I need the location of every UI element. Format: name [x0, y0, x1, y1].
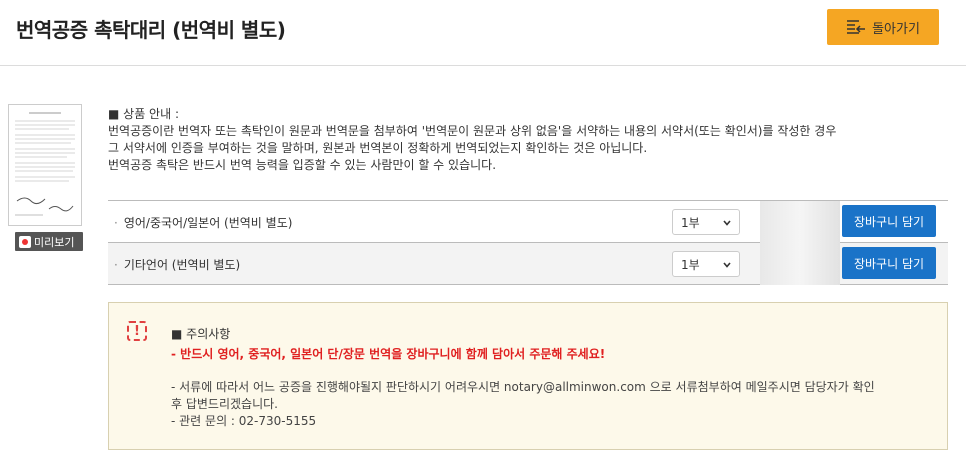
document-thumbnail [8, 104, 82, 226]
option-row: 기타언어 (번역비 별도) 1부 장바구니 담기 [108, 243, 948, 285]
notice-warning: - 반드시 영어, 중국어, 일본어 단/장문 번역을 장바구니에 함께 담아서… [171, 347, 606, 361]
options-table: 영어/중국어/일본어 (번역비 별도) 1부 장바구니 담기 기타언어 (번역비… [108, 200, 948, 285]
add-to-cart-button[interactable]: 장바구니 담기 [842, 205, 936, 237]
product-info-line: 그 서약서에 인증을 부여하는 것을 말하며, 원본과 번역본이 정확하게 번역… [108, 141, 648, 155]
product-info-line: 번역공증 촉탁은 반드시 번역 능력을 입증할 수 있는 사람만이 할 수 있습… [108, 158, 497, 172]
notice-body: - 서류에 따라서 어느 공증을 진행해야될지 판단하시기 어려우시면 nota… [171, 379, 891, 430]
product-info-heading: ■ 상품 안내 : [108, 107, 179, 121]
notice-title: ■ 주의사항 [171, 327, 231, 341]
back-button[interactable]: 돌아가기 [827, 9, 939, 45]
product-info-line: 번역공증이란 번역자 또는 촉탁인이 원문과 번역문을 첨부하여 '번역문이 원… [108, 124, 837, 138]
notice-line: - 서류에 따라서 어느 공증을 진행해야될지 판단하시기 어려우시면 nota… [171, 380, 875, 394]
preview-icon [19, 235, 31, 248]
blurred-area [760, 243, 840, 285]
option-name: 영어/중국어/일본어 (번역비 별도) [114, 214, 293, 231]
list-arrow-back-icon [847, 20, 866, 34]
page-header: 번역공증 촉탁대리 (번역비 별도) 돌아가기 [0, 0, 966, 66]
page-title: 번역공증 촉탁대리 (번역비 별도) [16, 18, 286, 42]
chevron-down-icon [723, 262, 731, 268]
blurred-area [760, 201, 840, 243]
option-name: 기타언어 (번역비 별도) [114, 256, 240, 273]
add-to-cart-button[interactable]: 장바구니 담기 [842, 247, 936, 279]
quantity-value: 1부 [681, 215, 700, 230]
notice-line: - 관련 문의 : 02-730-5155 [171, 414, 317, 428]
quantity-select[interactable]: 1부 [672, 251, 740, 277]
preview-button[interactable]: 미리보기 [15, 232, 83, 251]
chevron-down-icon [723, 220, 731, 226]
notice-box: ! ■ 주의사항 - 반드시 영어, 중국어, 일본어 단/장문 번역을 장바구… [108, 302, 948, 450]
exclamation-icon: ! [127, 321, 147, 341]
quantity-select[interactable]: 1부 [672, 209, 740, 235]
notice-line: 후 답변드리겠습니다. [171, 397, 278, 411]
quantity-value: 1부 [681, 257, 700, 272]
preview-label: 미리보기 [34, 235, 75, 249]
back-button-label: 돌아가기 [872, 21, 920, 37]
option-row: 영어/중국어/일본어 (번역비 별도) 1부 장바구니 담기 [108, 201, 948, 243]
document-thumbnail-image [9, 105, 81, 225]
product-info: ■ 상품 안내 : 번역공증이란 번역자 또는 촉탁인이 원문과 번역문을 첨부… [108, 106, 938, 174]
